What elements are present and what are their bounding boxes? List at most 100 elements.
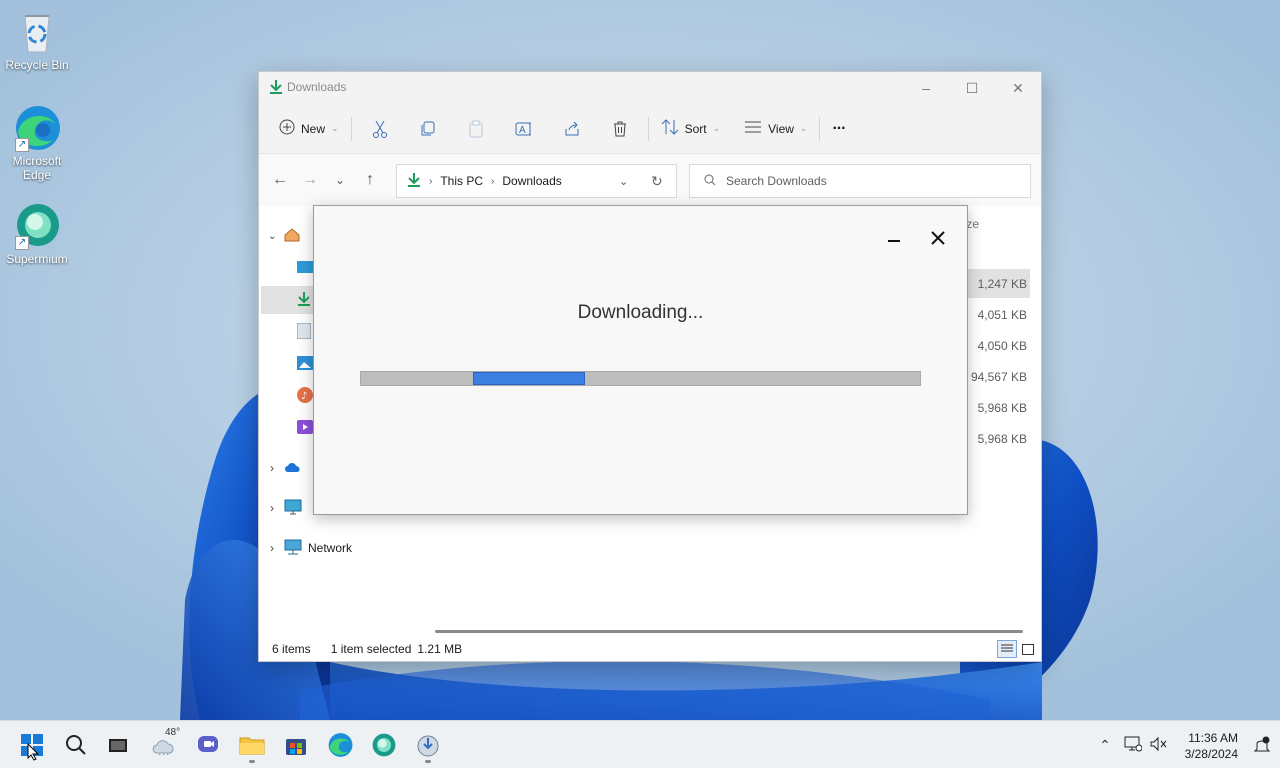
share-icon	[565, 121, 579, 135]
search-button[interactable]	[60, 729, 92, 761]
chevron-down-icon: ⌄	[799, 123, 808, 133]
nav-downloads[interactable]	[261, 286, 313, 314]
share-button[interactable]	[556, 113, 588, 145]
supermium-icon: ↗	[13, 202, 61, 250]
music-icon: ♪	[297, 386, 313, 406]
onedrive-cloud-icon	[284, 461, 302, 476]
store-bag-icon	[286, 739, 306, 755]
address-dropdown-icon[interactable]: ⌄	[619, 175, 628, 188]
file-size: 1,247 KB	[977, 277, 1027, 291]
paste-button[interactable]	[460, 113, 492, 145]
back-button[interactable]: ←	[265, 165, 295, 195]
view-button[interactable]: View ⌄	[736, 113, 815, 145]
running-indicator	[249, 760, 255, 763]
address-row: ← → ⌄ ↑ › This PC › Downloads ⌄ ↻ Search…	[259, 154, 1041, 206]
desktop-icon-label: Supermium	[6, 252, 68, 266]
edge-icon	[328, 733, 353, 757]
toolbar-divider	[350, 116, 352, 141]
shortcut-arrow-icon: ↗	[15, 138, 29, 152]
task-view-button[interactable]	[102, 729, 134, 761]
videos-icon	[297, 419, 313, 437]
chevron-right-icon: ›	[270, 461, 274, 475]
forward-button[interactable]: →	[295, 165, 325, 195]
search-box[interactable]: Search Downloads	[689, 164, 1031, 198]
sort-button[interactable]: Sort ⌄	[653, 113, 729, 145]
download-progress-bar	[360, 371, 921, 386]
close-button[interactable]: ✕	[995, 72, 1041, 104]
more-label: ···	[832, 119, 846, 137]
show-hidden-icons-chevron-up-icon[interactable]: ⌃	[1094, 737, 1116, 754]
download-icon	[407, 172, 421, 191]
title-bar[interactable]: Downloads – ☐ ✕	[259, 72, 1041, 104]
desktop-icon-microsoft-edge[interactable]: ↗ Microsoft Edge	[0, 104, 74, 182]
notification-bell-icon[interactable]	[1253, 736, 1271, 757]
network-status-icon[interactable]	[1124, 736, 1143, 755]
home-icon	[284, 227, 300, 245]
folder-icon	[239, 737, 265, 755]
file-size: 5,968 KB	[977, 432, 1027, 446]
desktop-icon-supermium[interactable]: ↗ Supermium	[0, 202, 74, 266]
refresh-icon[interactable]: ↻	[651, 173, 663, 190]
system-tray: ⌃	[1094, 721, 1168, 768]
new-button[interactable]: New ⌄	[271, 113, 347, 145]
dialog-close-button[interactable]	[924, 224, 952, 252]
breadcrumb-separator: ›	[491, 175, 495, 187]
delete-button[interactable]	[604, 113, 636, 145]
tiles-view-button[interactable]	[1019, 640, 1037, 658]
rename-button[interactable]: A	[508, 113, 540, 145]
shortcut-arrow-icon: ↗	[15, 236, 29, 250]
teams-chat-button[interactable]	[192, 729, 224, 761]
download-icon	[269, 79, 283, 98]
taskbar: 48° ⌃ 11:36 AM 3/28/2024	[0, 720, 1280, 768]
svg-text:♪: ♪	[301, 391, 307, 402]
cut-button[interactable]	[364, 113, 396, 145]
clock[interactable]: 11:36 AM 3/28/2024	[1185, 730, 1238, 762]
status-bar: 6 items 1 item selected 1.21 MB	[259, 637, 1041, 661]
downloader-app-icon	[417, 735, 439, 757]
toolbar-divider	[819, 116, 821, 141]
download-icon	[297, 291, 311, 310]
horizontal-scrollbar[interactable]	[435, 630, 1023, 633]
plus-circle-icon	[279, 119, 295, 138]
file-size: 4,050 KB	[977, 339, 1027, 353]
desktop-folder-icon	[297, 260, 313, 276]
downloader-taskbar-button[interactable]	[412, 729, 444, 763]
command-bar: New ⌄ A Sort ⌄ View ⌄ ···	[259, 104, 1041, 154]
details-view-button[interactable]	[997, 640, 1017, 658]
view-list-icon	[744, 120, 762, 137]
file-size: 4,051 KB	[977, 308, 1027, 322]
minimize-button[interactable]: –	[903, 72, 949, 104]
desktop-icon-recycle-bin[interactable]: Recycle Bin	[0, 8, 74, 72]
paste-icon	[469, 120, 483, 137]
breadcrumb-this-pc[interactable]: This PC	[440, 174, 483, 188]
trash-icon	[613, 121, 626, 136]
nav-network[interactable]: › Network	[259, 534, 409, 562]
address-bar[interactable]: › This PC › Downloads ⌄ ↻	[396, 164, 677, 198]
up-button[interactable]: ↑	[355, 165, 385, 195]
breadcrumb-separator: ›	[429, 175, 433, 187]
download-dialog: Downloading...	[313, 205, 968, 515]
volume-muted-icon[interactable]	[1150, 736, 1168, 755]
dialog-minimize-button[interactable]	[880, 224, 908, 252]
maximize-button[interactable]: ☐	[949, 72, 995, 104]
file-explorer-taskbar-button[interactable]	[236, 729, 268, 763]
breadcrumb-downloads[interactable]: Downloads	[502, 174, 561, 188]
pictures-icon	[297, 355, 313, 373]
file-size: 5,968 KB	[977, 401, 1027, 415]
recent-locations-button[interactable]: ⌄	[325, 165, 355, 195]
toolbar-divider	[647, 116, 649, 141]
more-options-button[interactable]: ···	[824, 113, 853, 145]
scissors-icon	[372, 120, 387, 138]
sort-label: Sort	[684, 121, 707, 136]
search-icon	[704, 174, 716, 189]
edge-taskbar-button[interactable]	[324, 729, 356, 761]
item-count: 6 items	[272, 642, 311, 656]
widgets-button[interactable]: 48°	[148, 727, 180, 761]
copy-button[interactable]	[412, 113, 444, 145]
supermium-taskbar-button[interactable]	[368, 729, 400, 761]
chevron-down-icon: ⌄	[331, 123, 339, 133]
weather-cloud-icon	[152, 740, 174, 755]
search-icon	[66, 735, 86, 755]
microsoft-store-button[interactable]	[280, 729, 312, 761]
size-column-header[interactable]: ze	[966, 217, 979, 231]
